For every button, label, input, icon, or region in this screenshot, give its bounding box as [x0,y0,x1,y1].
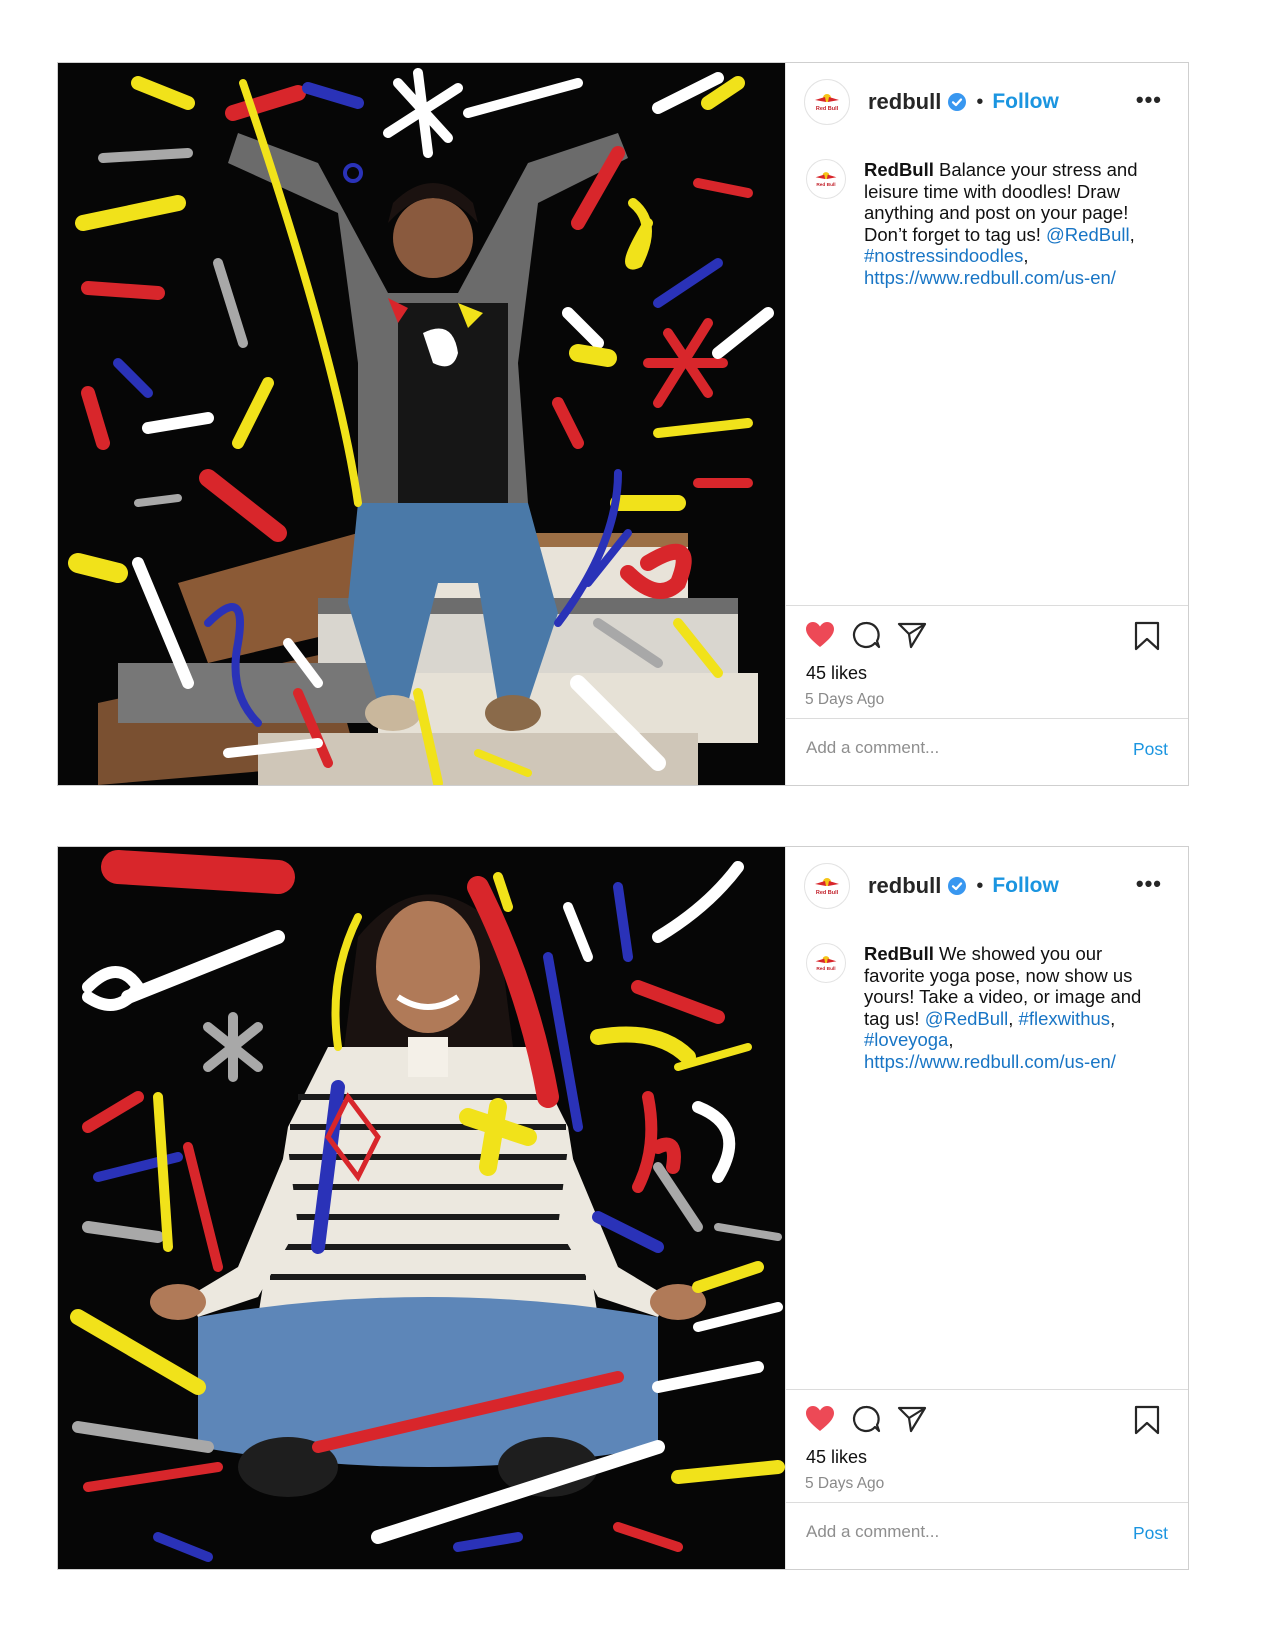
comment-input[interactable] [804,1521,1108,1543]
redbull-logo-icon: Red Bull [815,956,837,972]
share-icon[interactable] [896,1404,928,1434]
username[interactable]: redbull [868,873,941,899]
caption-separator: , [1008,1007,1014,1029]
likes-count[interactable]: 45 likes [806,1447,867,1468]
separator-dot: • [976,874,984,897]
url-link[interactable]: https://www.redbull.com/us-en/ [864,1051,1116,1072]
bookmark-icon[interactable] [1132,1404,1162,1436]
hashtag-link[interactable]: #loveyoga [864,1029,948,1050]
action-bar: 45 likes 5 Days Ago [786,605,1188,718]
caption-separator: , [1023,245,1029,266]
caption-avatar[interactable]: Red Bull [806,159,846,199]
verified-badge-icon [948,93,967,111]
mention-link[interactable]: @RedBull [1046,224,1130,245]
post-image[interactable] [58,847,785,1569]
caption-row: Red Bull RedBull We showed you our favor… [786,925,1188,1072]
separator-dot: • [976,90,984,113]
post-timestamp: 5 Days Ago [805,691,885,708]
comment-bar: Post [786,718,1188,785]
url-link[interactable]: https://www.redbull.com/us-en/ [864,267,1116,288]
avatar[interactable]: Red Bull [804,79,850,125]
follow-button[interactable]: Follow [992,90,1059,114]
comment-input[interactable] [804,737,1108,759]
caption-row: Red Bull RedBull Balance your stress and… [786,141,1188,288]
caption-author[interactable]: RedBull [864,159,934,180]
caption: RedBull We showed you our favorite yoga … [864,943,1149,1072]
caption: RedBull Balance your stress and leisure … [864,159,1149,288]
comment-icon[interactable] [850,620,882,650]
post-header: Red Bull redbull • Follow ••• [786,847,1188,925]
username[interactable]: redbull [868,89,941,115]
logo-text: Red Bull [816,966,835,972]
caption-separator: , [948,1029,954,1050]
caption-separator: , [1129,223,1135,245]
more-options-button[interactable]: ••• [1136,871,1162,897]
more-options-button[interactable]: ••• [1136,87,1162,113]
logo-text: Red Bull [816,106,839,112]
post-sidebar: Red Bull redbull • Follow ••• Red Bull R… [785,63,1188,785]
share-icon[interactable] [896,620,928,650]
heart-icon[interactable] [804,620,836,650]
post-sidebar: Red Bull redbull • Follow ••• Red Bull R… [785,847,1188,1569]
action-bar: 45 likes 5 Days Ago [786,1389,1188,1502]
logo-text: Red Bull [816,182,835,188]
mention-link[interactable]: @RedBull [925,1008,1009,1029]
bookmark-icon[interactable] [1132,620,1162,652]
post-illustration-student-on-books [58,63,785,785]
post-header: Red Bull redbull • Follow ••• [786,63,1188,141]
heart-icon[interactable] [804,1404,836,1434]
verified-badge-icon [948,877,967,895]
caption-avatar[interactable]: Red Bull [806,943,846,983]
post-comment-button[interactable]: Post [1133,739,1168,760]
hashtag-link[interactable]: #flexwithus [1019,1008,1111,1029]
instagram-post: Red Bull redbull • Follow ••• Red Bull R… [57,846,1189,1570]
likes-count[interactable]: 45 likes [806,663,867,684]
instagram-post: Red Bull redbull • Follow ••• Red Bull R… [57,62,1189,786]
comment-icon[interactable] [850,1404,882,1434]
post-illustration-student-yoga [58,847,785,1569]
comment-bar: Post [786,1502,1188,1569]
logo-text: Red Bull [816,890,839,896]
hashtag-link[interactable]: #nostressindoodles [864,245,1023,266]
caption-separator: , [1110,1007,1116,1029]
post-comment-button[interactable]: Post [1133,1523,1168,1544]
avatar[interactable]: Red Bull [804,863,850,909]
post-image[interactable] [58,63,785,785]
redbull-logo-icon: Red Bull [815,172,837,188]
caption-author[interactable]: RedBull [864,943,934,964]
post-timestamp: 5 Days Ago [805,1475,885,1492]
follow-button[interactable]: Follow [992,874,1059,898]
redbull-logo-icon: Red Bull [815,94,839,112]
redbull-logo-icon: Red Bull [815,878,839,896]
